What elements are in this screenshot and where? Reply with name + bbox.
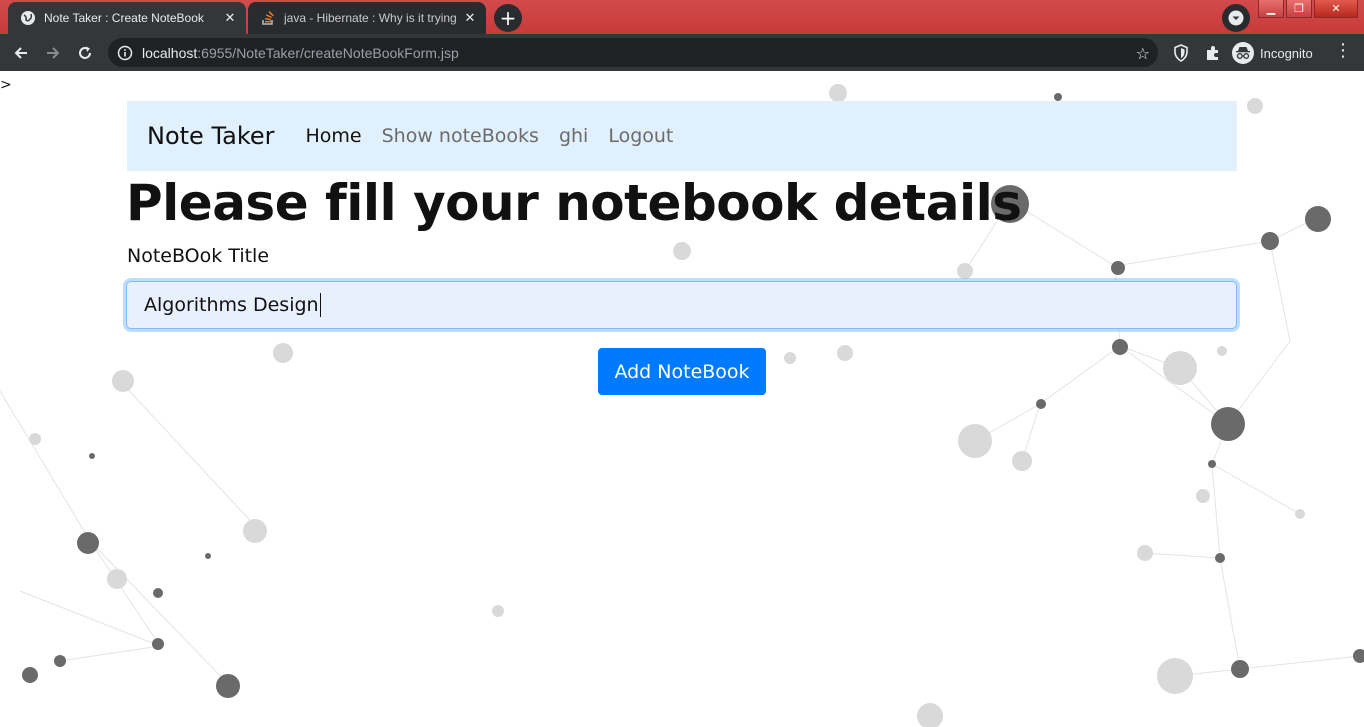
notebook-title-label: NoteBOok Title bbox=[127, 245, 270, 267]
incognito-label: Incognito bbox=[1260, 45, 1313, 61]
nav-link-show-notebooks[interactable]: Show noteBooks bbox=[382, 125, 539, 147]
tab-strip: Note Taker : Create NoteBook ✕ java - Hi… bbox=[0, 0, 1364, 34]
info-icon[interactable] bbox=[117, 45, 133, 61]
menu-kebab-icon[interactable]: ⋮ bbox=[1334, 42, 1352, 60]
incognito-profile[interactable]: Incognito bbox=[1232, 41, 1313, 65]
arrow-left-icon bbox=[14, 47, 27, 59]
navbar: Note Taker Home Show noteBooks ghi Logou… bbox=[127, 101, 1237, 171]
tab-title: java - Hibernate : Why is it trying bbox=[284, 11, 457, 25]
page-title: Please fill your notebook details bbox=[126, 174, 1022, 232]
add-notebook-button[interactable]: Add NoteBook bbox=[598, 348, 766, 395]
close-tab-icon[interactable]: ✕ bbox=[222, 10, 238, 26]
navbar-brand[interactable]: Note Taker bbox=[147, 122, 275, 150]
notebook-title-input[interactable]: Algorithms Design bbox=[126, 281, 1237, 329]
shield-icon[interactable] bbox=[1171, 43, 1191, 63]
forward-button[interactable] bbox=[40, 40, 66, 66]
browser-toolbar: localhost:6955/NoteTaker/createNoteBookF… bbox=[0, 34, 1364, 71]
incognito-icon bbox=[1232, 42, 1254, 64]
reload-button[interactable] bbox=[72, 40, 98, 66]
restore-button[interactable]: ❐ bbox=[1286, 0, 1312, 18]
arrow-right-icon bbox=[47, 47, 60, 59]
reload-icon bbox=[79, 46, 91, 59]
extensions-puzzle-icon[interactable] bbox=[1203, 43, 1223, 63]
nav-link-logout[interactable]: Logout bbox=[608, 125, 673, 147]
stackoverflow-icon bbox=[260, 10, 276, 26]
back-button[interactable] bbox=[8, 40, 34, 66]
url-host: localhost bbox=[142, 44, 198, 61]
close-window-button[interactable]: ✕ bbox=[1314, 0, 1358, 18]
tab-note-taker[interactable]: Note Taker : Create NoteBook ✕ bbox=[8, 2, 246, 34]
stray-character: > bbox=[0, 77, 12, 93]
new-tab-button[interactable]: + bbox=[494, 4, 522, 32]
nav-link-user[interactable]: ghi bbox=[559, 125, 588, 147]
tab-search-button[interactable] bbox=[1222, 4, 1250, 32]
bookmark-star-icon[interactable]: ☆ bbox=[1136, 44, 1150, 63]
text-caret bbox=[319, 293, 321, 317]
chevron-down-icon bbox=[1228, 10, 1244, 26]
tab-title: Note Taker : Create NoteBook bbox=[44, 11, 204, 25]
address-bar[interactable]: localhost:6955/NoteTaker/createNoteBookF… bbox=[108, 38, 1158, 67]
notebook-title-value: Algorithms Design bbox=[144, 294, 319, 316]
globe-icon bbox=[20, 10, 36, 26]
minimize-button[interactable]: ▁ bbox=[1258, 0, 1284, 18]
tab-stackoverflow[interactable]: java - Hibernate : Why is it trying ✕ bbox=[248, 2, 486, 34]
page-viewport: > Note Taker Home Show noteBooks ghi Log… bbox=[0, 71, 1364, 727]
url-text: localhost:6955/NoteTaker/createNoteBookF… bbox=[142, 45, 459, 61]
nav-link-home[interactable]: Home bbox=[306, 125, 362, 147]
close-tab-icon[interactable]: ✕ bbox=[462, 10, 478, 26]
url-path: :6955/NoteTaker/createNoteBookForm.jsp bbox=[197, 44, 459, 61]
window-controls: ▁ ❐ ✕ bbox=[1258, 0, 1358, 20]
